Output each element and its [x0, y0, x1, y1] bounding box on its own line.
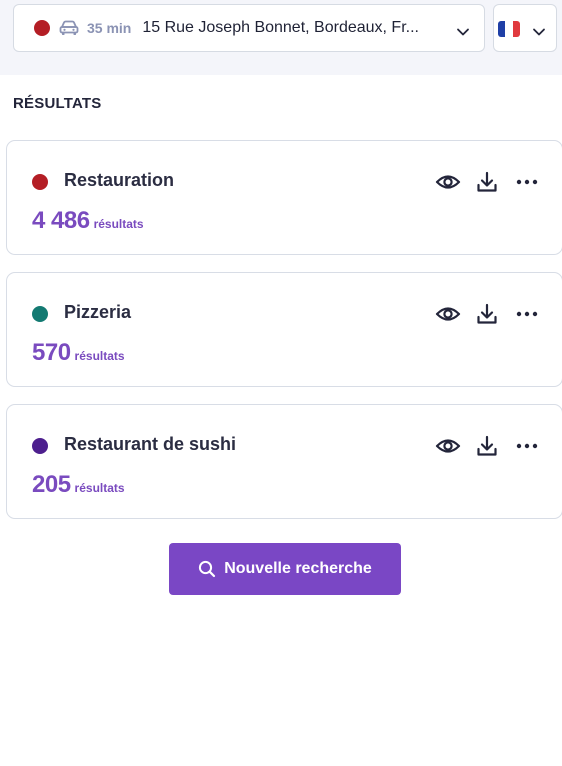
download-icon[interactable] [473, 169, 501, 195]
result-count-value: 205 [32, 471, 71, 498]
more-options-icon[interactable] [513, 433, 541, 459]
category-color-dot [32, 306, 48, 322]
location-color-dot [34, 20, 50, 36]
results-title: RÉSULTATS [13, 95, 102, 112]
result-card: Pizzeria 570 résultats [6, 272, 562, 387]
more-options-icon[interactable] [513, 169, 541, 195]
eye-icon[interactable] [434, 301, 462, 327]
travel-duration: 35 min [87, 20, 132, 36]
eye-icon[interactable] [434, 433, 462, 459]
category-color-dot [32, 174, 48, 190]
download-icon[interactable] [473, 433, 501, 459]
download-icon[interactable] [473, 301, 501, 327]
result-count: 205 résultats [32, 471, 125, 499]
result-count-unit: résultats [93, 217, 144, 231]
category-name: Pizzeria [64, 302, 132, 322]
result-count: 4 486 résultats [32, 207, 144, 235]
location-select[interactable]: 35 min 15 Rue Joseph Bonnet, Bordeaux, F… [13, 4, 485, 52]
search-icon [198, 560, 216, 578]
more-options-icon[interactable] [513, 301, 541, 327]
language-select[interactable] [493, 4, 557, 52]
category-color-dot [32, 438, 48, 454]
category-name: Restauration [64, 170, 175, 190]
top-bar: 35 min 15 Rue Joseph Bonnet, Bordeaux, F… [0, 0, 562, 75]
new-search-label: Nouvelle recherche [224, 560, 372, 577]
result-count-value: 570 [32, 339, 71, 366]
chevron-down-icon [532, 24, 546, 36]
car-icon [59, 20, 79, 36]
category-name: Restaurant de sushi [64, 434, 237, 454]
eye-icon[interactable] [434, 169, 462, 195]
result-count-unit: résultats [74, 349, 125, 363]
result-count-value: 4 486 [32, 207, 90, 234]
new-search-button[interactable]: Nouvelle recherche [169, 543, 401, 595]
chevron-down-icon [456, 24, 470, 36]
result-card: Restaurant de sushi 205 résultats [6, 404, 562, 519]
result-count-unit: résultats [74, 481, 125, 495]
result-card: Restauration 4 486 résultats [6, 140, 562, 255]
flag-france-icon [498, 21, 520, 37]
address-text: 15 Rue Joseph Bonnet, Bordeaux, Fr... [142, 19, 419, 36]
result-count: 570 résultats [32, 339, 125, 367]
